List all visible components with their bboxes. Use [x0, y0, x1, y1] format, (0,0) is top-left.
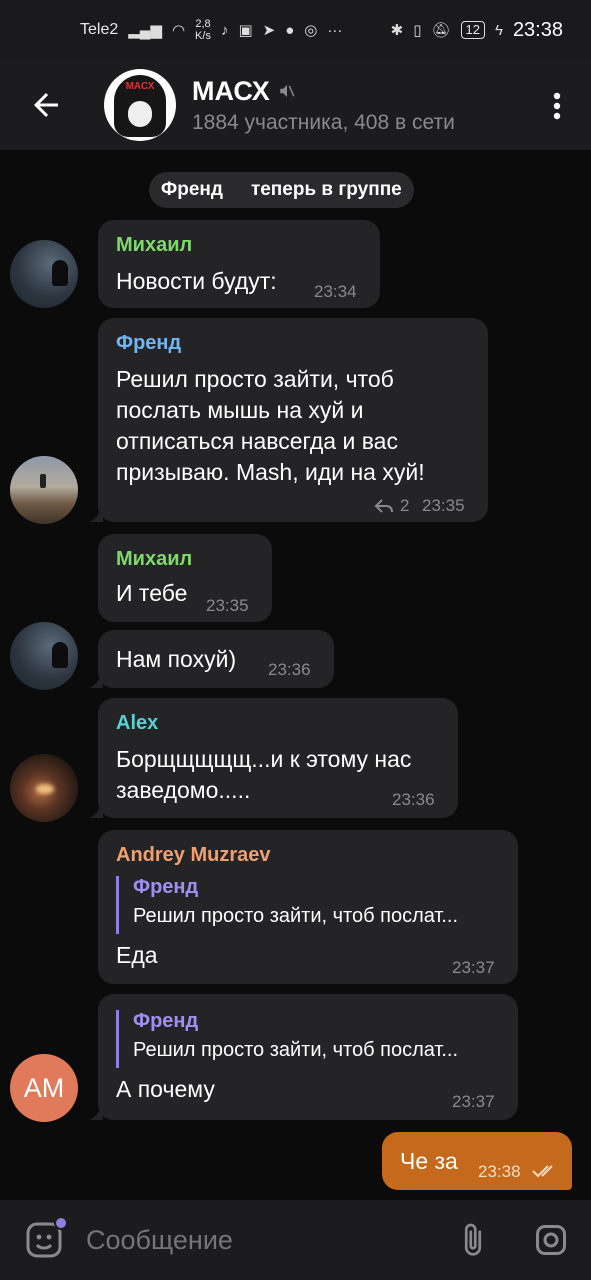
clock: 23:38 [512, 18, 563, 41]
message-text: Решил просто зайти, чтоб послать мышь на… [116, 364, 425, 488]
net-speed-value: 2,8 [195, 18, 211, 30]
bubble-tail [89, 672, 103, 688]
avatar-alex[interactable] [10, 754, 78, 822]
sender-name[interactable]: Френд [116, 332, 181, 355]
message-bubble[interactable]: Нам похуй) 23:36 [89, 630, 334, 688]
bubble-tail [89, 1104, 103, 1120]
message-bubble[interactable]: Михаил И тебе 23:35 [98, 534, 272, 622]
reply-quote[interactable]: Френд Решил просто зайти, чтоб послат... [116, 1010, 458, 1068]
avatar-mikhail[interactable] [10, 622, 78, 690]
group-members-count: 1884 участника, 408 в сети [192, 110, 455, 134]
mute-bell-icon: 🔕︎ [431, 22, 451, 39]
service-message: Френд теперь в группе [149, 172, 414, 208]
chat-icon: ● [285, 21, 295, 39]
message-bubble[interactable]: Френд Решил просто зайти, чтоб послать м… [89, 318, 488, 522]
reply-author: Френд [133, 876, 199, 898]
message-line: Решил просто зайти, чтоб [116, 366, 394, 392]
avatar-frend[interactable] [10, 456, 78, 524]
signal-icon: ▂▄▆ [128, 22, 162, 39]
message-line: заведомо..... [116, 777, 251, 803]
reply-icon [374, 499, 393, 513]
message-line: призываю. Mash, иди на хуй! [116, 459, 425, 485]
carrier-label: Tele2 [80, 21, 119, 38]
message-text: Нам похуй) [116, 646, 237, 672]
message-time: 23:35 [206, 596, 249, 615]
avatar-am[interactable]: AM [10, 1054, 78, 1122]
tiktok-icon: ♪ [220, 21, 229, 39]
reply-quote[interactable]: Френд Решил просто зайти, чтоб послат... [116, 876, 458, 934]
reply-text: Решил просто зайти, чтоб послат... [133, 1039, 459, 1061]
message-bubble[interactable]: Alex Борщщщщщ...и к этому нас заведомо..… [89, 698, 458, 818]
message-text: Новости будут: [116, 268, 277, 294]
message-time: 23:35 [422, 496, 465, 515]
avatar-mikhail[interactable] [10, 240, 78, 308]
header-info[interactable]: МАСХ 1884 участника, 408 в сети [192, 76, 455, 135]
outgoing-message-bubble[interactable]: Че за 23:38 [382, 1132, 572, 1190]
replies-counter[interactable]: 2 [374, 496, 409, 516]
service-message-name[interactable]: Френд [161, 179, 223, 201]
group-title: МАСХ [192, 75, 270, 106]
message-line: послать мышь на хуй и [116, 397, 364, 423]
back-arrow-icon[interactable] [28, 87, 64, 123]
attach-icon[interactable] [455, 1222, 491, 1258]
message-time: 23:37 [452, 958, 495, 977]
message-input-bar [0, 1200, 591, 1280]
message-input[interactable] [86, 1224, 426, 1256]
message-text: Еда [116, 942, 158, 968]
sender-name[interactable]: Alex [116, 712, 158, 735]
camera-icon[interactable] [533, 1222, 569, 1258]
battery-indicator: 12 [460, 21, 485, 39]
read-checks-icon [532, 1165, 553, 1178]
reply-author: Френд [133, 1010, 199, 1032]
message-text: Борщщщщщ...и к этому нас заведомо..... [116, 744, 411, 806]
sender-name[interactable]: Михаил [116, 234, 192, 257]
chat-header: МАСХ МАСХ 1884 участника, 408 в сети [0, 60, 591, 150]
bubble-tail [89, 506, 103, 522]
net-speed: 2,8 K/s [195, 18, 211, 42]
message-text: Че за [400, 1148, 458, 1174]
message-list[interactable]: Френд теперь в группе Михаил Новости буд… [0, 150, 591, 1200]
message-text: И тебе [116, 580, 188, 606]
message-time: 23:36 [268, 660, 311, 679]
bluetooth-icon: ✱ [390, 22, 404, 39]
group-avatar[interactable]: МАСХ [104, 69, 176, 141]
reply-text: Решил просто зайти, чтоб послат... [133, 905, 459, 927]
telegram-icon: ➤ [262, 22, 276, 39]
bubble-tail [89, 802, 103, 818]
app-icon: ▣ [238, 22, 253, 39]
mute-icon [280, 85, 295, 97]
message-time: 23:38 [478, 1162, 521, 1181]
sender-name[interactable]: Andrey Muzraev [116, 844, 271, 867]
message-time: 23:34 [314, 282, 357, 301]
charging-icon: ϟ [494, 21, 503, 39]
avatar-logo-text: МАСХ [125, 81, 155, 92]
message-line: отписаться навсегда и вас [116, 428, 398, 454]
message-time: 23:37 [452, 1092, 495, 1111]
net-speed-unit: K/s [195, 30, 211, 42]
replies-count: 2 [400, 496, 410, 515]
notification-dot [54, 1216, 68, 1230]
service-message-text: теперь в группе [250, 179, 402, 200]
vibrate-icon: ▯ [413, 22, 422, 39]
more-vert-icon[interactable] [553, 92, 561, 120]
message-line: Борщщщщщ...и к этому нас [116, 746, 412, 772]
wifi-icon: ◠ [171, 22, 186, 39]
emoji-button[interactable] [24, 1216, 68, 1260]
status-bar: Tele2 ▂▄▆ ◠ 2,8 K/s ♪ ▣ ➤ ● ◎ ··· ✱ ▯ 🔕︎… [0, 0, 591, 60]
message-bubble[interactable]: Михаил Новости будут: 23:34 [98, 220, 380, 308]
sender-name[interactable]: Михаил [116, 548, 192, 571]
message-text: А почему [116, 1076, 215, 1102]
instagram-icon: ◎ [304, 22, 318, 39]
more-notifications-icon: ··· [327, 21, 343, 39]
message-bubble[interactable]: Andrey Muzraev Френд Решил просто зайти,… [98, 830, 518, 984]
message-time: 23:36 [392, 790, 435, 809]
avatar-face-shape [128, 101, 152, 127]
message-bubble[interactable]: Френд Решил просто зайти, чтоб послат...… [89, 994, 518, 1120]
